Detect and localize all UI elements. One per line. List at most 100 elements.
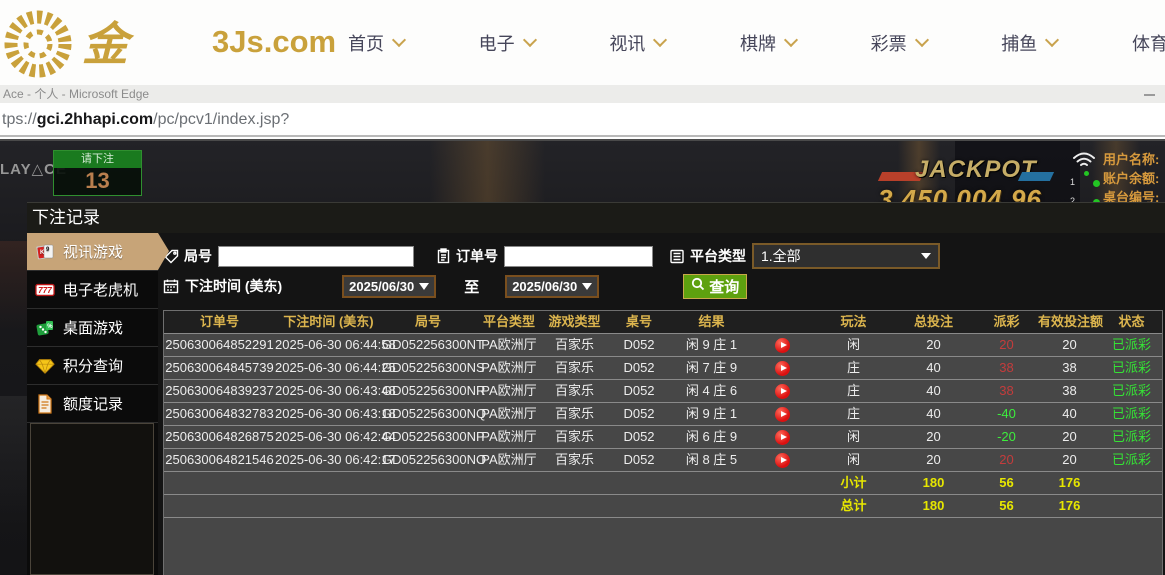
nav-item-5[interactable]: 彩票	[871, 30, 927, 56]
replay-play-icon[interactable]	[775, 430, 790, 445]
screen: 金沙 3Js.com 首页电子视讯棋牌彩票捕鱼体育 Ace - 个人 - Mic…	[0, 0, 1165, 575]
column-header: 结果	[673, 311, 750, 333]
cards-icon: K9	[35, 242, 55, 262]
sidebar-item-3[interactable]: %桌面游戏	[27, 309, 158, 347]
window-title: Ace - 个人 - Microsoft Edge	[3, 87, 149, 101]
order-number-label: 订单号	[456, 246, 498, 266]
cell: D052	[605, 380, 673, 402]
column-header: 下注时间 (美东)	[275, 311, 382, 333]
cell-valid-bet: 20	[1038, 426, 1101, 448]
svg-text:%: %	[47, 324, 53, 330]
replay-play-icon[interactable]	[775, 384, 790, 399]
replay-play-icon[interactable]	[775, 407, 790, 422]
platform-type-select[interactable]: 1.全部	[752, 243, 940, 269]
cell-valid-bet: 20	[1038, 449, 1101, 471]
sidebar-item-label: 积分查询	[63, 355, 123, 376]
cell: 250630064832783	[164, 403, 275, 425]
cell: 闲 9 庄 1	[673, 334, 750, 356]
nav-item-label: 电子	[479, 30, 515, 56]
date-from-value: 2025/06/30	[349, 279, 414, 294]
bet-records-modal: 下注记录 K9视讯游戏777电子老虎机%桌面游戏积分查询额度记录 局号	[27, 202, 1165, 575]
cell-payout: -20	[975, 426, 1038, 448]
url-prefix: tps://	[2, 111, 37, 128]
chevron-down-icon	[419, 283, 429, 290]
column-header: 局号	[382, 311, 474, 333]
cell-total-bet: 40	[892, 403, 975, 425]
cell-total-bet: 20	[892, 449, 975, 471]
date-to-label: 至	[464, 276, 479, 297]
cell-status: 已派彩	[1101, 380, 1162, 402]
grand-total-payout: 56	[975, 495, 1038, 517]
replay-play-icon[interactable]	[775, 338, 790, 353]
chevron-down-icon	[921, 253, 931, 259]
clipboard-icon	[436, 248, 451, 264]
order-number-input[interactable]	[504, 246, 653, 267]
grand-total-total-bet: 180	[892, 495, 975, 517]
cell: 百家乐	[544, 449, 605, 471]
table-row: 2506300648392372025-06-30 06:43:48GD0522…	[164, 380, 1162, 403]
round-number-input[interactable]	[218, 246, 414, 267]
chevron-down-icon	[523, 33, 537, 47]
nav-item-3[interactable]: 视讯	[609, 30, 665, 56]
chevron-down-icon	[784, 33, 798, 47]
cell-replay	[750, 334, 815, 356]
sidebar-item-4[interactable]: 积分查询	[27, 347, 158, 385]
filter-row-2: 下注时间 (美东) 2025/06/30 至 2025/06/30	[163, 273, 747, 299]
column-header: 总投注	[892, 311, 975, 333]
subtotal-row: 小计18056176	[164, 472, 1162, 495]
cell: D052	[605, 357, 673, 379]
cell-status: 已派彩	[1101, 357, 1162, 379]
chevron-down-icon	[392, 33, 406, 47]
nav-item-6[interactable]: 捕鱼	[1001, 30, 1057, 56]
calendar-icon	[163, 278, 179, 294]
cell-play-type: 闲	[815, 426, 892, 448]
cell-play-type: 闲	[815, 449, 892, 471]
round-number-label: 局号	[184, 246, 212, 266]
cell-play-type: 庄	[815, 357, 892, 379]
nav-item-2[interactable]: 电子	[479, 30, 535, 56]
replay-play-icon[interactable]	[775, 361, 790, 376]
cell-replay	[750, 403, 815, 425]
url-path: /pc/pcv1/index.jsp?	[153, 111, 289, 128]
cell-payout: 38	[975, 380, 1038, 402]
modal-sidebar: K9视讯游戏777电子老虎机%桌面游戏积分查询额度记录	[27, 233, 158, 575]
sidebar-item-5[interactable]: 额度记录	[27, 385, 158, 423]
date-from-picker[interactable]: 2025/06/30	[342, 275, 436, 298]
column-header: 订单号	[164, 311, 275, 333]
cell: 闲 7 庄 9	[673, 357, 750, 379]
nav-item-label: 捕鱼	[1001, 30, 1037, 56]
game-window: LAY△CE 请下注 13 JACKPOT 3,450,004.96 用户名称:…	[0, 139, 1165, 575]
sidebar-item-1[interactable]: K9视讯游戏	[27, 233, 158, 271]
cell: 2025-06-30 06:42:44	[275, 426, 382, 448]
search-button[interactable]: 查询	[683, 274, 747, 299]
cell-play-type: 庄	[815, 403, 892, 425]
platform-list-icon	[669, 249, 685, 264]
cell: GD052256300NS	[382, 357, 474, 379]
cell: D052	[605, 449, 673, 471]
user-info-label: 用户名称:	[1103, 150, 1159, 169]
cell: PA欧洲厅	[474, 426, 544, 448]
cell: 250630064845739	[164, 357, 275, 379]
dice-icon: %	[35, 318, 55, 338]
gem-icon	[35, 356, 55, 376]
sidebar-item-2[interactable]: 777电子老虎机	[27, 271, 158, 309]
nav-item-4[interactable]: 棋牌	[740, 30, 796, 56]
replay-play-icon[interactable]	[775, 453, 790, 468]
table-row: 2506300648522912025-06-30 06:44:58GD0522…	[164, 334, 1162, 357]
bet-time-label: 下注时间 (美东)	[185, 276, 282, 296]
bg-pillar	[430, 141, 545, 202]
cell: 2025-06-30 06:44:25	[275, 357, 382, 379]
cell: 百家乐	[544, 334, 605, 356]
cell-status: 已派彩	[1101, 334, 1162, 356]
address-bar[interactable]: tps://gci.2hhapi.com/pc/pcv1/index.jsp?	[0, 103, 1165, 137]
bg-blob	[0, 396, 27, 526]
modal-body: K9视讯游戏777电子老虎机%桌面游戏积分查询额度记录 局号	[27, 233, 1165, 575]
nav-item-7[interactable]: 体育	[1132, 30, 1165, 56]
nav-item-1[interactable]: 首页	[348, 30, 404, 56]
cell: D052	[605, 334, 673, 356]
date-to-picker[interactable]: 2025/06/30	[505, 275, 599, 298]
cell: D052	[605, 403, 673, 425]
platform-type-value: 1.全部	[761, 246, 801, 266]
minimize-icon[interactable]	[1144, 94, 1155, 96]
table-row: 2506300648215462025-06-30 06:42:17GD0522…	[164, 449, 1162, 472]
